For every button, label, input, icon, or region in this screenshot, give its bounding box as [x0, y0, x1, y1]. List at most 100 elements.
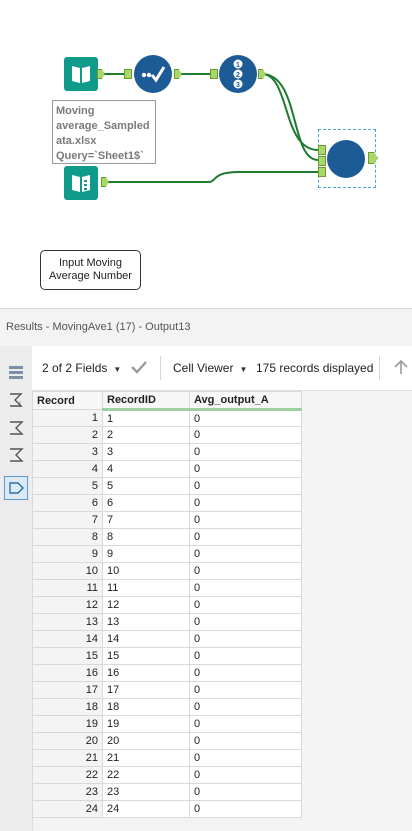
recordid-cell[interactable]: 15 — [102, 647, 190, 665]
table-row[interactable]: 110 — [32, 409, 302, 427]
record-number-cell[interactable]: 19 — [32, 715, 103, 733]
record-number-cell[interactable]: 12 — [32, 596, 103, 614]
avg-output-cell[interactable]: 0 — [189, 698, 302, 716]
input-anchor[interactable] — [318, 156, 326, 166]
table-row[interactable]: 220 — [32, 426, 302, 444]
record-number-cell[interactable]: 14 — [32, 630, 103, 648]
avg-output-cell[interactable]: 0 — [189, 511, 302, 529]
record-number-cell[interactable]: 4 — [32, 460, 103, 478]
recordid-cell[interactable]: 7 — [102, 511, 190, 529]
table-row[interactable]: 14 14 0 — [32, 630, 302, 648]
table-row[interactable]: 19 19 0 — [32, 715, 302, 733]
record-number-cell[interactable]: 6 — [32, 494, 103, 512]
table-row[interactable]: 770 — [32, 511, 302, 529]
record-number-cell[interactable]: 21 — [32, 749, 103, 767]
record-number-cell[interactable]: 7 — [32, 511, 103, 529]
table-row[interactable]: 17 17 0 — [32, 681, 302, 699]
recordid-cell[interactable]: 6 — [102, 494, 190, 512]
table-row[interactable]: 21 21 0 — [32, 749, 302, 767]
record-number-cell[interactable]: 2 — [32, 426, 103, 444]
recordid-cell[interactable]: 18 — [102, 698, 190, 716]
recordid-cell[interactable]: 21 — [102, 749, 190, 767]
table-row[interactable]: 15 15 0 — [32, 647, 302, 665]
check-icon[interactable] — [130, 358, 148, 379]
table-row[interactable]: 440 — [32, 460, 302, 478]
recordid-cell[interactable]: 1 — [102, 409, 190, 427]
recordid-cell[interactable]: 13 — [102, 613, 190, 631]
recordid-cell[interactable]: 22 — [102, 766, 190, 784]
avg-output-cell[interactable]: 0 — [189, 494, 302, 512]
record-id-tool-icon[interactable]: 1 2 3 — [219, 55, 257, 93]
record-number-cell[interactable]: 17 — [32, 681, 103, 699]
avg-output-cell[interactable]: 0 — [189, 579, 302, 597]
column-header-avg-output[interactable]: Avg_output_A — [189, 391, 302, 411]
table-row[interactable]: 330 — [32, 443, 302, 461]
recordid-cell[interactable]: 11 — [102, 579, 190, 597]
table-row[interactable]: 10 10 0 — [32, 562, 302, 580]
recordid-cell[interactable]: 8 — [102, 528, 190, 546]
sample-tool-icon[interactable] — [134, 55, 172, 93]
avg-output-cell[interactable]: 0 — [189, 426, 302, 444]
input-anchor[interactable] — [318, 167, 326, 177]
avg-output-cell[interactable]: 0 — [189, 800, 302, 818]
column-header-recordid[interactable]: RecordID — [102, 391, 190, 411]
table-row[interactable]: 22 22 0 — [32, 766, 302, 784]
record-number-cell[interactable]: 16 — [32, 664, 103, 682]
avg-output-cell[interactable]: 0 — [189, 545, 302, 563]
record-number-cell[interactable]: 18 — [32, 698, 103, 716]
table-row[interactable]: 13 13 0 — [32, 613, 302, 631]
input-data-tool-icon[interactable] — [64, 57, 98, 91]
table-row[interactable]: 20 20 0 — [32, 732, 302, 750]
fields-dropdown[interactable]: 2 of 2 Fields ▼ — [42, 361, 121, 375]
recordid-cell[interactable]: 12 — [102, 596, 190, 614]
sum-tag-icon[interactable]: i — [4, 388, 28, 412]
table-row[interactable]: 550 — [32, 477, 302, 495]
record-number-cell[interactable]: 11 — [32, 579, 103, 597]
input-anchor[interactable] — [124, 69, 132, 79]
avg-output-cell[interactable]: 0 — [189, 477, 302, 495]
avg-output-cell[interactable]: 0 — [189, 596, 302, 614]
record-number-cell[interactable]: 13 — [32, 613, 103, 631]
recordid-cell[interactable]: 10 — [102, 562, 190, 580]
recordid-cell[interactable]: 16 — [102, 664, 190, 682]
avg-output-cell[interactable]: 0 — [189, 783, 302, 801]
table-row[interactable]: 660 — [32, 494, 302, 512]
avg-output-cell[interactable]: 0 — [189, 647, 302, 665]
avg-output-cell[interactable]: 0 — [189, 715, 302, 733]
record-number-cell[interactable]: 1 — [32, 409, 103, 427]
recordid-cell[interactable]: 5 — [102, 477, 190, 495]
record-number-cell[interactable]: 24 — [32, 800, 103, 818]
recordid-cell[interactable]: 4 — [102, 460, 190, 478]
recordid-cell[interactable]: 17 — [102, 681, 190, 699]
record-number-cell[interactable]: 23 — [32, 783, 103, 801]
table-row[interactable]: 23 23 0 — [32, 783, 302, 801]
table-row[interactable]: 12 12 0 — [32, 596, 302, 614]
avg-output-cell[interactable]: 0 — [189, 443, 302, 461]
avg-output-cell[interactable]: 0 — [189, 664, 302, 682]
macro-tool-icon[interactable] — [327, 140, 365, 178]
avg-output-cell[interactable]: 0 — [189, 732, 302, 750]
table-row[interactable]: 990 — [32, 545, 302, 563]
sum-icon[interactable] — [4, 416, 28, 440]
workflow-canvas[interactable]: 1 2 3 Moving average_Sampled ata.xlsx Qu… — [0, 0, 412, 308]
arrow-up-icon[interactable] — [392, 358, 410, 379]
recordid-cell[interactable]: 2 — [102, 426, 190, 444]
recordid-cell[interactable]: 24 — [102, 800, 190, 818]
table-row[interactable]: 16 16 0 — [32, 664, 302, 682]
record-number-cell[interactable]: 8 — [32, 528, 103, 546]
table-row[interactable]: 11 11 0 — [32, 579, 302, 597]
avg-output-cell[interactable]: 0 — [189, 766, 302, 784]
recordid-cell[interactable]: 20 — [102, 732, 190, 750]
avg-output-cell[interactable]: 0 — [189, 749, 302, 767]
comment-box[interactable]: Input Moving Average Number — [40, 250, 141, 290]
table-row[interactable]: 24 24 0 — [32, 800, 302, 818]
record-number-cell[interactable]: 22 — [32, 766, 103, 784]
input-anchor[interactable] — [318, 145, 326, 155]
input-anchor[interactable] — [210, 69, 218, 79]
avg-output-cell[interactable]: 0 — [189, 528, 302, 546]
recordid-cell[interactable]: 23 — [102, 783, 190, 801]
record-number-cell[interactable]: 20 — [32, 732, 103, 750]
avg-output-cell[interactable]: 0 — [189, 460, 302, 478]
avg-output-cell[interactable]: 0 — [189, 630, 302, 648]
record-number-cell[interactable]: 15 — [32, 647, 103, 665]
